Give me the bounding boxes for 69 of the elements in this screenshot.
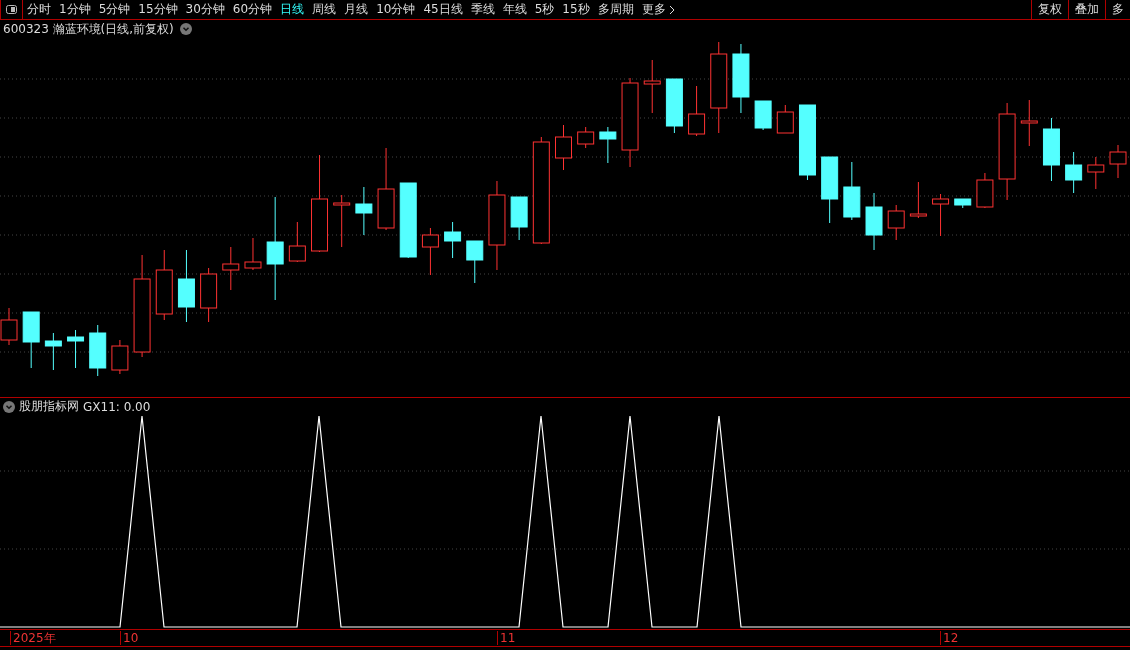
candlestick: [421, 227, 439, 276]
collapse-icon[interactable]: [3, 400, 15, 413]
period-tab[interactable]: 15秒: [558, 0, 594, 19]
indicator-name: 股朋指标网: [19, 398, 79, 415]
candlestick: [954, 198, 972, 209]
more-button[interactable]: 更多: [637, 1, 666, 18]
candlestick: [932, 193, 950, 237]
candlestick: [577, 126, 595, 149]
period-tab[interactable]: 30分钟: [181, 0, 229, 19]
candlestick: [111, 339, 129, 375]
period-tab[interactable]: 月线: [340, 0, 373, 19]
candlestick: [466, 240, 484, 284]
period-tab[interactable]: 5秒: [530, 0, 559, 19]
period-tab[interactable]: 10分钟: [372, 0, 420, 19]
period-tab[interactable]: 5分钟: [94, 0, 135, 19]
candlestick: [821, 156, 839, 224]
candlestick: [44, 332, 62, 371]
candlestick: [665, 78, 683, 134]
candlestick: [1042, 117, 1060, 182]
period-tab[interactable]: 15分钟: [134, 0, 182, 19]
period-tab[interactable]: 季线: [466, 0, 499, 19]
period-tab[interactable]: 日线: [276, 0, 309, 19]
axis-label: 10: [120, 631, 139, 645]
candlestick: [89, 324, 107, 377]
period-tab[interactable]: 年线: [498, 0, 531, 19]
candlestick: [244, 237, 262, 271]
candlestick: [288, 221, 306, 263]
candlestick: [222, 246, 240, 291]
chevron-right-icon[interactable]: [668, 4, 675, 15]
period-tab[interactable]: 分时: [23, 0, 55, 19]
candlestick: [776, 104, 794, 134]
candlestick: [909, 181, 927, 219]
candlestick: [22, 311, 40, 369]
toolbar-button[interactable]: 复权: [1031, 0, 1068, 19]
toolbar-button[interactable]: 多: [1105, 0, 1130, 19]
candlestick: [1087, 156, 1105, 190]
axis-label: 12: [940, 631, 959, 645]
dropdown-icon[interactable]: [179, 23, 192, 35]
candlestick: [599, 126, 617, 164]
candlestick: [887, 204, 905, 241]
chart-title: 600323 瀚蓝环境(日线,前复权): [3, 20, 174, 38]
toolbar-button[interactable]: 叠加: [1068, 0, 1105, 19]
candlestick: [732, 43, 750, 114]
period-tab[interactable]: 多周期: [593, 0, 638, 19]
candlestick: [333, 194, 351, 248]
candlestick: [555, 124, 572, 171]
candlestick: [754, 100, 772, 131]
candlestick: [688, 85, 706, 137]
candlestick: [1065, 151, 1083, 194]
candlestick: [67, 329, 85, 369]
candlestick: [510, 196, 528, 241]
candlestick: [843, 161, 861, 221]
candlestick: [1109, 144, 1127, 179]
candlestick: [444, 221, 462, 259]
period-tab[interactable]: 1分钟: [55, 0, 95, 19]
candlestick: [200, 267, 218, 323]
candlestick: [865, 192, 883, 251]
candlestick: [1020, 99, 1038, 147]
candlestick: [355, 186, 373, 236]
period-tab[interactable]: 60分钟: [228, 0, 277, 19]
candlestick: [976, 172, 994, 209]
panel-toggle-icon[interactable]: [6, 5, 17, 14]
candlestick: [155, 249, 173, 321]
candlestick: [643, 59, 661, 114]
indicator-reading: GX11: 0.00: [83, 399, 151, 414]
axis-label: 2025年: [10, 631, 56, 645]
axis-label: 11: [497, 631, 516, 645]
period-tab[interactable]: 周线: [308, 0, 341, 19]
period-tab[interactable]: 45日线: [419, 0, 467, 19]
